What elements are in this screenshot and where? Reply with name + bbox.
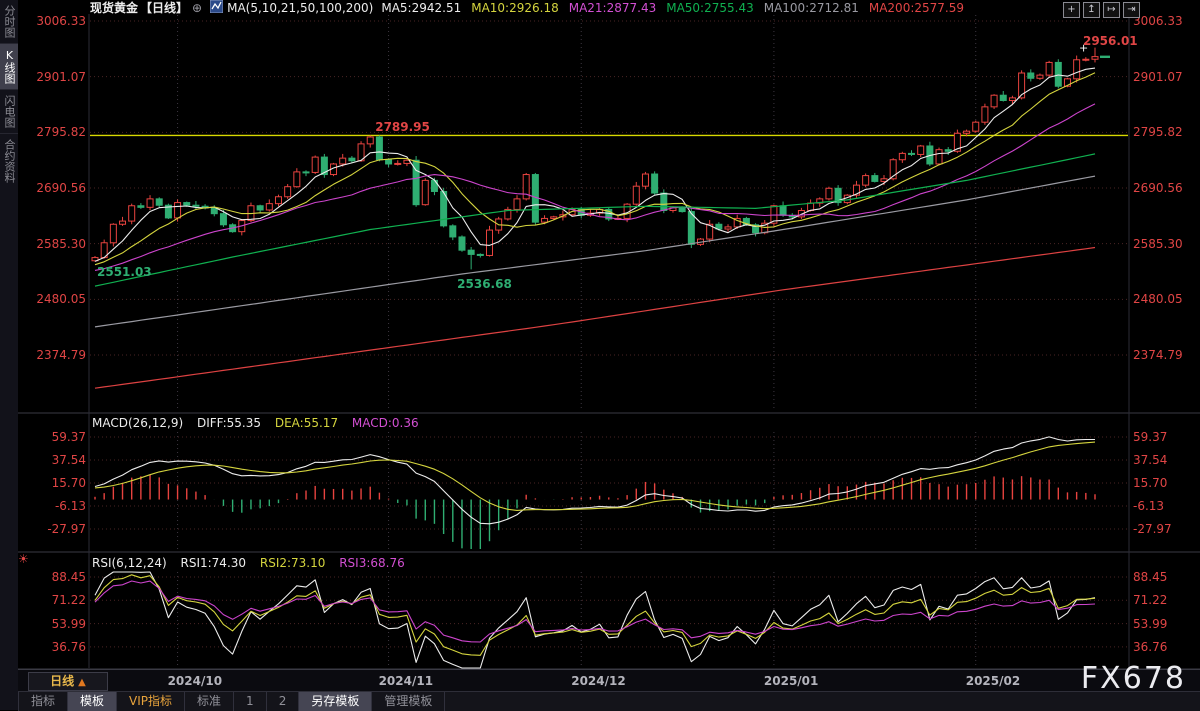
- trading-app-window: 分时图K线图闪电图合约资料 现货黄金 【日线】 ⊕ MA(5,10,21,50,…: [0, 0, 1200, 710]
- date-label-1: 2024/11: [379, 674, 433, 688]
- ma-legend: MA5:2942.51 MA10:2926.18 MA21:2877.43 MA50:…: [381, 1, 974, 15]
- bottom-tab-1[interactable]: 模板: [68, 692, 117, 711]
- date-label-4: 2025/02: [966, 674, 1020, 688]
- chart-settings-icon[interactable]: ⊕: [192, 1, 202, 15]
- date-axis-row: 日线 ▲ 2024/10 2024/11 2024/12 2025/01 2025/02: [18, 669, 1200, 692]
- rsi-settings-icon[interactable]: ☀: [18, 552, 29, 566]
- macd-title: MACD(26,12,9): [92, 416, 183, 430]
- bottom-tab-0[interactable]: 指标: [19, 692, 68, 711]
- period-tag: 【日线】: [140, 0, 188, 16]
- rsi-title: RSI(6,12,24): [92, 556, 167, 570]
- price-annotation-3: 2956.01: [1083, 34, 1138, 48]
- bottom-tab-4[interactable]: 1: [234, 692, 267, 711]
- ma-value-0: MA5:2942.51: [381, 1, 461, 15]
- bottom-tab-5[interactable]: 2: [267, 692, 300, 711]
- dropdown-arrow-icon: ▲: [78, 677, 86, 688]
- bottom-tab-3[interactable]: 标准: [185, 692, 234, 711]
- period-dropdown-button[interactable]: 日线 ▲: [28, 672, 108, 691]
- ma-value-3: MA50:2755.43: [666, 1, 754, 15]
- ma-value-2: MA21:2877.43: [569, 1, 657, 15]
- pan-icon[interactable]: +: [1063, 2, 1080, 18]
- fx678-watermark: FX678: [1081, 661, 1186, 696]
- macd-header: MACD(26,12,9) DIFF:55.35 DEA:55.17 MACD:…: [92, 416, 429, 430]
- ma-group-label: MA(5,10,21,50,100,200): [227, 1, 373, 15]
- date-label-0: 2024/10: [168, 674, 222, 688]
- x-axis-scale-icon[interactable]: ↦: [1103, 2, 1120, 18]
- period-dropdown-label: 日线: [50, 674, 74, 688]
- macd-dea-value: DEA:55.17: [275, 416, 338, 430]
- date-label-3: 2025/01: [764, 674, 818, 688]
- bottom-tab-2[interactable]: VIP指标: [117, 692, 185, 711]
- y-axis-scale-icon[interactable]: ↥: [1083, 2, 1100, 18]
- shift-data-icon[interactable]: ⇥: [1123, 2, 1140, 18]
- ma-value-4: MA100:2712.81: [764, 1, 859, 15]
- macd-value: MACD:0.36: [352, 416, 419, 430]
- price-annotation-0: 2789.95: [375, 120, 430, 134]
- price-annotation-1: 2551.03: [97, 265, 152, 279]
- chart-canvas[interactable]: +: [0, 0, 1200, 710]
- price-annotation-2: 2536.68: [457, 277, 512, 291]
- rsi-header: RSI(6,12,24) RSI1:74.30 RSI2:73.10 RSI3:…: [92, 556, 415, 570]
- symbol-title: 现货黄金: [90, 0, 138, 16]
- macd-diff-value: DIFF:55.35: [197, 416, 261, 430]
- chart-header: 现货黄金 【日线】 ⊕ MA(5,10,21,50,100,200) MA5:2…: [90, 0, 982, 15]
- bottom-toolbar: 指标模板VIP指标标准12另存模板管理模板: [18, 691, 1200, 711]
- chart-toolbar-icons: +↥↦⇥: [1063, 2, 1143, 18]
- rsi1-value: RSI1:74.30: [181, 556, 247, 570]
- ma-value-1: MA10:2926.18: [471, 1, 559, 15]
- rsi2-value: RSI2:73.10: [260, 556, 326, 570]
- bottom-tab-7[interactable]: 管理模板: [372, 692, 445, 711]
- ma-value-5: MA200:2577.59: [869, 1, 964, 15]
- rsi3-value: RSI3:68.76: [339, 556, 405, 570]
- bottom-tab-6[interactable]: 另存模板: [299, 692, 372, 711]
- date-label-2: 2024/12: [571, 674, 625, 688]
- ma-indicator-icon[interactable]: [210, 0, 223, 16]
